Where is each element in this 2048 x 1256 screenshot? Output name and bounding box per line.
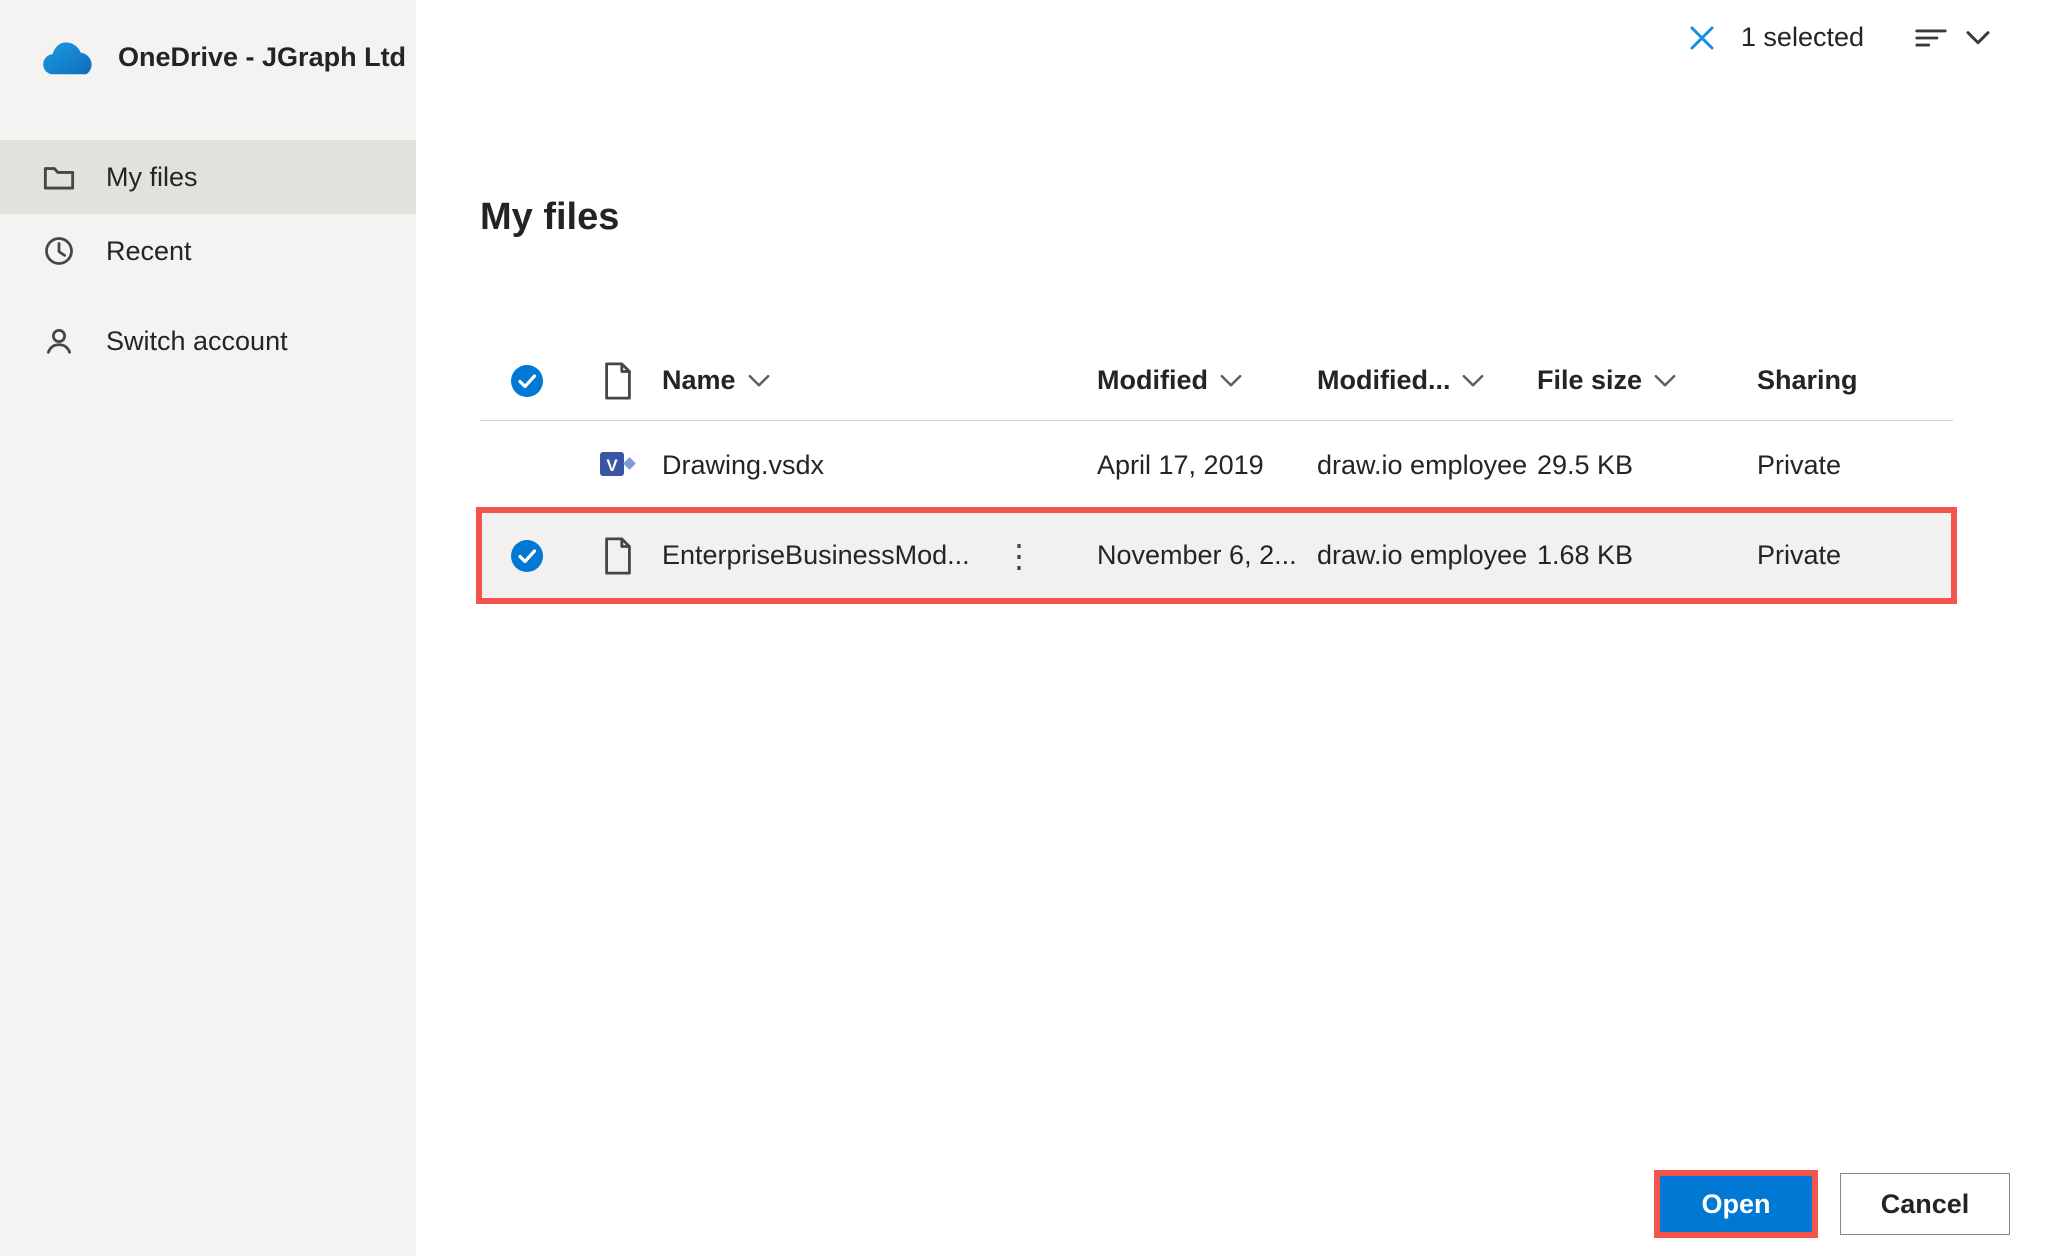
document-icon: [602, 362, 634, 400]
file-modified-by: draw.io employee: [1317, 450, 1537, 481]
column-header-modified-by[interactable]: Modified...: [1317, 365, 1537, 396]
app-title: OneDrive - JGraph Ltd: [118, 42, 406, 73]
person-icon: [42, 324, 76, 358]
file-size: 1.68 KB: [1537, 540, 1757, 571]
table-row[interactable]: V Drawing.vsdx April 17, 2019 draw.io em…: [480, 421, 1953, 511]
svg-text:V: V: [606, 456, 618, 475]
column-header-sharing[interactable]: Sharing: [1757, 365, 1953, 396]
main-panel: 1 selected My files: [416, 0, 2048, 1256]
sort-view-control[interactable]: [1914, 25, 1990, 51]
sidebar-header: OneDrive - JGraph Ltd: [0, 0, 416, 76]
file-modified-by: draw.io employee: [1317, 540, 1537, 571]
sidebar-nav: My files Recent Switch account: [0, 140, 416, 378]
sidebar-item-recent[interactable]: Recent: [0, 214, 416, 288]
sidebar: OneDrive - JGraph Ltd My files Recent Sw…: [0, 0, 416, 1256]
open-button[interactable]: Open: [1660, 1176, 1812, 1232]
file-modified: November 6, 2...: [1097, 540, 1317, 571]
file-type-cell: V: [574, 446, 662, 486]
table-header-row: Name Modified Modified... File size Shar…: [480, 341, 1953, 421]
file-type-cell: [574, 537, 662, 575]
visio-file-icon: V: [598, 446, 638, 486]
file-modified: April 17, 2019: [1097, 450, 1317, 481]
file-sharing: Private: [1757, 450, 1953, 481]
clear-selection-icon[interactable]: [1687, 23, 1717, 53]
page-title: My files: [480, 196, 619, 239]
sort-lines-icon: [1914, 25, 1948, 51]
file-size: 29.5 KB: [1537, 450, 1757, 481]
row-more-options-icon[interactable]: ⋮: [1003, 540, 1033, 572]
file-table: Name Modified Modified... File size Shar…: [480, 341, 1953, 601]
sidebar-item-label: My files: [106, 162, 198, 193]
table-row-selected[interactable]: EnterpriseBusinessMod... ⋮ November 6, 2…: [480, 511, 1953, 601]
file-type-header-cell: [574, 362, 662, 400]
cancel-button[interactable]: Cancel: [1840, 1173, 2010, 1235]
file-name[interactable]: EnterpriseBusinessMod... ⋮: [662, 540, 1097, 572]
select-all-cell[interactable]: [480, 364, 574, 398]
column-header-file-size[interactable]: File size: [1537, 365, 1757, 396]
selection-count: 1 selected: [1741, 22, 1864, 53]
select-all-checked-icon[interactable]: [510, 364, 544, 398]
file-sharing: Private: [1757, 540, 1953, 571]
row-checkbox-cell[interactable]: [480, 539, 574, 573]
sidebar-item-label: Switch account: [106, 326, 288, 357]
folder-icon: [42, 160, 76, 194]
file-name[interactable]: Drawing.vsdx: [662, 450, 1097, 481]
open-button-highlight-annotation: Open: [1654, 1170, 1818, 1238]
generic-file-icon: [602, 537, 634, 575]
column-header-modified[interactable]: Modified: [1097, 365, 1317, 396]
sidebar-item-my-files[interactable]: My files: [0, 140, 416, 214]
chevron-down-icon: [1462, 374, 1484, 388]
chevron-down-icon: [1966, 30, 1990, 46]
dialog-footer: Open Cancel: [1654, 1170, 2010, 1238]
row-checked-icon[interactable]: [510, 539, 544, 573]
chevron-down-icon: [748, 374, 770, 388]
chevron-down-icon: [1654, 374, 1676, 388]
onedrive-logo-icon: [42, 38, 98, 76]
selection-toolbar: 1 selected: [1687, 22, 1990, 53]
column-header-name[interactable]: Name: [662, 365, 1097, 396]
sidebar-item-switch-account[interactable]: Switch account: [0, 304, 416, 378]
chevron-down-icon: [1220, 374, 1242, 388]
sidebar-item-label: Recent: [106, 236, 192, 267]
clock-icon: [42, 234, 76, 268]
